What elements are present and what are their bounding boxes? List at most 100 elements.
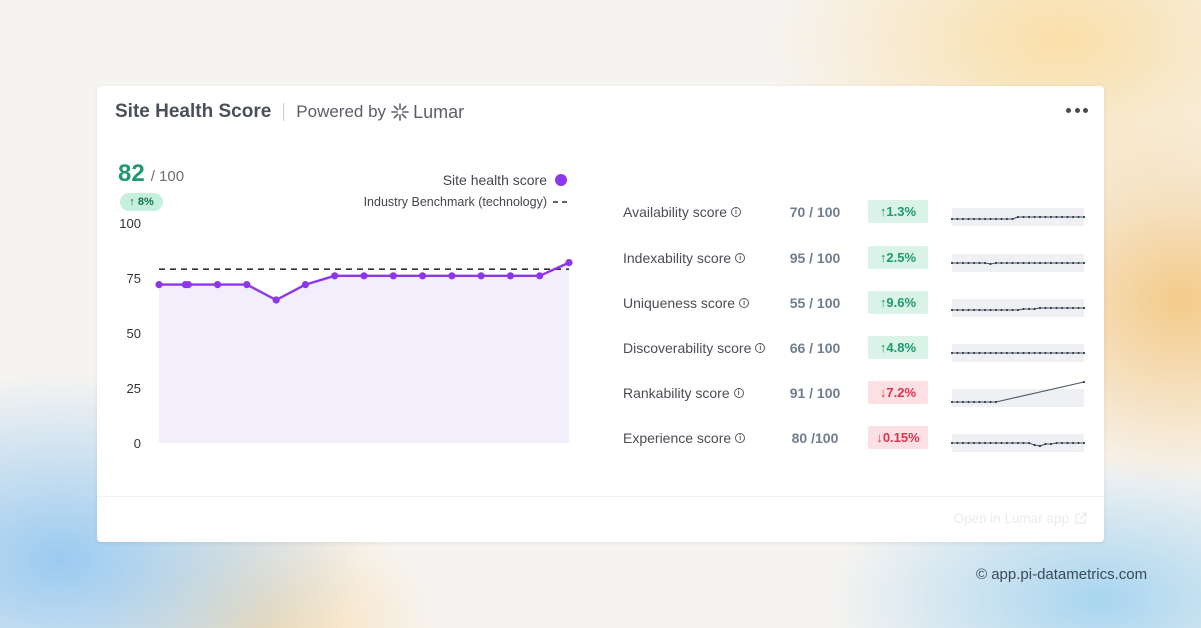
- sparkline-point: [989, 351, 992, 355]
- sparkline-point: [1033, 261, 1036, 265]
- data-point[interactable]: [272, 296, 280, 304]
- y-tick-label: 50: [127, 326, 141, 341]
- metric-sparkline: [950, 380, 1086, 407]
- sparkline-point: [1044, 442, 1047, 446]
- score-change-badge: ↑ 8%: [120, 193, 163, 211]
- sparkline-point: [1005, 441, 1009, 445]
- sparkline-point: [1055, 306, 1058, 310]
- y-tick-label: 100: [119, 216, 141, 231]
- data-point[interactable]: [301, 281, 310, 289]
- metric-label: Experience score i: [623, 430, 746, 446]
- sparkline-point: [1066, 306, 1069, 310]
- metric-sparkline: [950, 208, 1086, 226]
- info-icon[interactable]: i: [733, 388, 744, 398]
- metric-sparkline: [950, 344, 1086, 362]
- sparkline-point: [983, 308, 987, 312]
- sparkline-point: [1082, 261, 1086, 265]
- sparkline-point: [961, 351, 965, 355]
- data-point[interactable]: [155, 281, 163, 289]
- sparkline-point: [961, 400, 965, 404]
- sparkline-point: [1022, 351, 1025, 355]
- info-icon[interactable]: i: [735, 253, 746, 263]
- sparkline-point: [956, 308, 959, 312]
- sparkline-point: [1049, 442, 1053, 446]
- data-point[interactable]: [418, 272, 427, 280]
- sparkline-point: [950, 261, 954, 265]
- sparkline-point: [1044, 351, 1047, 355]
- open-in-lumar-link[interactable]: Open in Lumar app: [953, 511, 1087, 526]
- data-point[interactable]: [331, 272, 339, 280]
- data-point[interactable]: [506, 272, 515, 280]
- metric-label-text: Discoverability score: [623, 340, 752, 356]
- metric-row: Experience score i 80 /100 ↓0.15%: [623, 426, 1093, 452]
- sparkline-point: [956, 441, 959, 445]
- data-point[interactable]: [213, 281, 222, 289]
- sparkline-point: [989, 217, 992, 221]
- sparkline-point: [1011, 441, 1014, 445]
- sparkline-point: [1044, 306, 1047, 310]
- sparkline-point: [983, 351, 987, 355]
- data-point[interactable]: [389, 272, 397, 280]
- sparkline-point: [961, 308, 965, 312]
- data-point[interactable]: [565, 259, 573, 267]
- sparkline-point: [1022, 261, 1025, 265]
- metric-row: Availability score i 70 / 100 ↑1.3%: [623, 200, 1093, 226]
- metric-label-text: Experience score: [623, 430, 732, 446]
- sparkline-point: [950, 217, 954, 221]
- sparkline-point: [1027, 307, 1031, 311]
- data-point[interactable]: [448, 272, 456, 280]
- metric-label-text: Indexability score: [623, 250, 732, 266]
- data-point[interactable]: [477, 272, 485, 280]
- sparkline-point: [1060, 351, 1064, 355]
- legend-benchmark-swatch: [553, 200, 569, 204]
- overall-score: 82 / 100: [118, 160, 184, 188]
- sparkline-point: [978, 261, 981, 265]
- more-options-icon[interactable]: [1066, 102, 1088, 118]
- sparkline-point: [1071, 306, 1075, 310]
- metric-change-badge: ↑9.6%: [868, 291, 928, 314]
- sparkline-point: [1038, 215, 1042, 219]
- info-icon[interactable]: i: [739, 298, 750, 308]
- sparkline-point: [967, 261, 970, 265]
- info-icon[interactable]: i: [755, 343, 766, 353]
- sparkline-point: [1033, 215, 1036, 219]
- metric-sparkline: [950, 254, 1086, 272]
- sparkline-point: [994, 441, 998, 445]
- metric-label: Uniqueness score i: [623, 295, 750, 311]
- sparkline-point: [1038, 261, 1042, 265]
- y-tick-label: 75: [127, 271, 141, 286]
- metric-change-badge: ↓0.15%: [868, 426, 928, 449]
- data-point[interactable]: [184, 281, 192, 289]
- sparkline-point: [972, 400, 976, 404]
- sparkline-point: [989, 308, 992, 312]
- metric-row: Discoverability score i 66 / 100 ↑4.8%: [623, 336, 1093, 362]
- sparkline-point: [1016, 441, 1020, 445]
- sparkline-point: [983, 261, 987, 265]
- sparkline-point: [1071, 441, 1075, 445]
- sparkline-point: [1060, 215, 1064, 219]
- info-icon[interactable]: i: [731, 207, 742, 217]
- info-icon[interactable]: i: [735, 433, 746, 443]
- metric-score: 66 / 100: [789, 340, 841, 356]
- sparkline-point: [1082, 306, 1086, 310]
- metric-score: 95 / 100: [789, 250, 841, 266]
- sparkline-point: [989, 262, 992, 266]
- sparkline-point: [1033, 307, 1036, 311]
- metric-sparkline: [950, 434, 1086, 452]
- sparkline-point: [1082, 380, 1086, 384]
- data-point[interactable]: [360, 272, 368, 280]
- data-point[interactable]: [536, 272, 544, 280]
- metric-row: Uniqueness score i 55 / 100 ↑9.6%: [623, 291, 1093, 317]
- sparkline-point: [1022, 307, 1025, 311]
- metric-label-text: Rankability score: [623, 385, 730, 401]
- lumar-logo-icon: [391, 103, 409, 121]
- sparkline-point: [967, 351, 970, 355]
- sparkline-point: [994, 217, 998, 221]
- sparkline-point: [1011, 308, 1014, 312]
- card-title: Site Health Score: [115, 101, 272, 122]
- metric-change-badge: ↑4.8%: [868, 336, 928, 359]
- powered-by-label: Powered by: [296, 102, 387, 121]
- sparkline-point: [961, 441, 965, 445]
- data-point[interactable]: [243, 281, 251, 289]
- sparkline-point: [967, 441, 970, 445]
